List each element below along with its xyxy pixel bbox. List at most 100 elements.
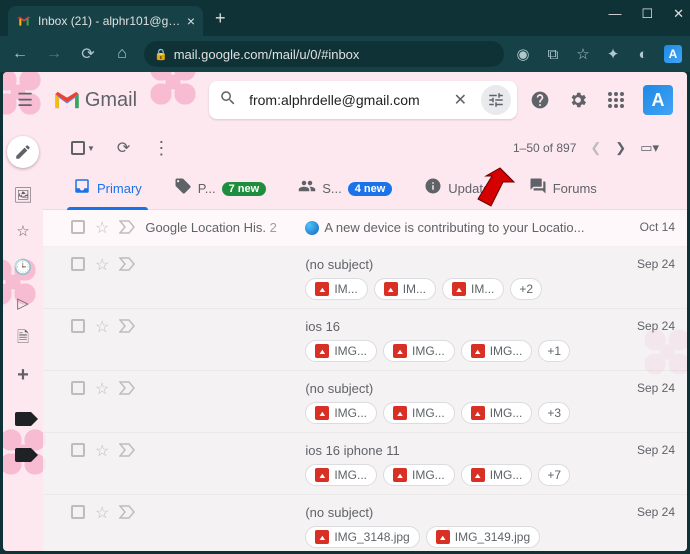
page-prev-icon[interactable]: ❮ [590,140,601,156]
message-row[interactable]: ☆(no subject)IMG...IMG...IMG...+3Sep 24 [43,371,687,433]
message-row[interactable]: ☆ios 16 iphone 11IMG...IMG...IMG...+7Sep… [43,433,687,495]
attachment-chip[interactable]: IM... [305,278,367,300]
importance-icon[interactable] [119,220,135,237]
extensions-icon[interactable]: ✦ [604,45,622,63]
attachment-more[interactable]: +7 [538,464,570,486]
page-next-icon[interactable]: ❯ [615,140,626,156]
nav-forward-icon[interactable]: → [42,42,66,66]
sidebar-label-1[interactable] [14,410,32,428]
message-row[interactable]: ☆ios 16IMG...IMG...IMG...+1Sep 24 [43,309,687,371]
attachment-chip[interactable]: IMG... [305,340,377,362]
attachment-chip[interactable]: IMG... [383,464,455,486]
star-icon[interactable]: ☆ [95,441,109,461]
main-menu-icon[interactable]: ☰ [17,90,41,111]
window-close-icon[interactable]: ✕ [673,6,684,22]
support-icon[interactable] [529,89,551,111]
star-icon[interactable]: ☆ [95,255,109,275]
tab-forums-label: Forums [553,181,597,196]
attachment-more[interactable]: +3 [538,402,570,424]
message-row[interactable]: ☆Google Location His. 2A new device is c… [43,210,687,247]
apps-icon[interactable] [605,89,627,111]
star-icon[interactable]: ☆ [95,218,109,238]
attachment-chip[interactable]: IM... [374,278,436,300]
row-checkbox[interactable] [71,443,85,457]
select-all-checkbox[interactable]: ▼ [71,141,95,155]
attachment-chip[interactable]: IMG_3149.jpg [426,526,540,548]
sidebar-add-icon[interactable]: + [14,366,32,384]
sidebar-star-icon[interactable]: ☆ [14,222,32,240]
tab-close-icon[interactable]: × [187,13,195,29]
row-checkbox[interactable] [71,319,85,333]
importance-icon[interactable] [119,443,135,460]
account-icon[interactable]: ◐ [634,45,652,63]
more-actions-icon[interactable]: ⋮ [152,138,170,159]
search-box[interactable]: ✕ [209,81,517,119]
attachment-chip[interactable]: IMG... [383,402,455,424]
sidebar-drafts-icon[interactable]: 🗎 [14,330,32,348]
importance-icon[interactable] [119,381,135,398]
attachment-chip[interactable]: IMG... [383,340,455,362]
image-icon [315,344,329,358]
window-minimize-icon[interactable]: ― [608,6,621,22]
nav-home-icon[interactable]: ⌂ [110,42,134,66]
row-checkbox[interactable] [71,220,85,234]
attachment-chip[interactable]: IMG... [461,402,533,424]
attachment-chip[interactable]: IMG... [305,402,377,424]
search-input[interactable] [249,92,440,108]
row-checkbox[interactable] [71,381,85,395]
tab-primary[interactable]: Primary [61,168,154,210]
window-maximize-icon[interactable]: ☐ [641,6,653,22]
attachment-more[interactable]: +2 [510,278,542,300]
tab-updates[interactable]: Updates [412,168,508,210]
settings-icon[interactable] [567,89,589,111]
star-icon[interactable]: ☆ [95,503,109,523]
star-icon[interactable]: ☆ [95,379,109,399]
address-bar[interactable]: 🔒 mail.google.com/mail/u/0/#inbox [144,41,504,67]
sidebar-label-2[interactable] [14,446,32,464]
importance-icon[interactable] [119,505,135,522]
nav-back-icon[interactable]: ← [8,42,32,66]
row-checkbox[interactable] [71,257,85,271]
tag-icon [174,177,192,200]
chip-label: IMG_3149.jpg [455,530,530,544]
eye-icon[interactable]: ◉ [514,45,532,63]
attachment-more[interactable]: +1 [538,340,570,362]
chip-label: IMG... [412,406,445,420]
row-checkbox[interactable] [71,505,85,519]
sidebar-sent-icon[interactable]: ▷ [14,294,32,312]
browser-tab[interactable]: Inbox (21) - alphr101@gmail.co × [8,6,203,36]
new-tab-button[interactable]: + [215,8,226,29]
refresh-button[interactable]: ⟳ [117,138,130,158]
star-icon[interactable]: ☆ [95,317,109,337]
account-avatar[interactable]: A [643,85,673,115]
importance-icon[interactable] [119,257,135,274]
sender [145,255,295,257]
attachment-chip[interactable]: IMG... [305,464,377,486]
search-clear-icon[interactable]: ✕ [448,90,473,110]
attachment-chip[interactable]: IMG_3148.jpg [305,526,419,548]
attachment-chip[interactable]: IM... [442,278,504,300]
search-options-button[interactable] [481,85,511,115]
nav-reload-icon[interactable]: ⟳ [76,42,100,66]
promo-badge: 7 new [222,182,267,196]
attachment-chip[interactable]: IMG... [461,464,533,486]
message-row[interactable]: ☆(no subject)IM...IM...IM...+2Sep 24 [43,247,687,309]
gmail-favicon [16,13,32,29]
importance-icon[interactable] [119,319,135,336]
alphr-extension-icon[interactable]: A [664,45,682,63]
gmail-logo[interactable]: Gmail [53,89,137,112]
message-row[interactable]: ☆(no subject)IMG_3148.jpgIMG_3149.jpgSep… [43,495,687,551]
share-icon[interactable]: ⧉ [544,45,562,63]
tab-title: Inbox (21) - alphr101@gmail.co [38,14,181,28]
sidebar-clock-icon[interactable]: 🕒 [14,258,32,276]
attachment-chip[interactable]: IMG... [461,340,533,362]
tab-promotions[interactable]: P... 7 new [162,168,278,210]
input-tool-icon[interactable]: ▭▾ [640,140,659,156]
sender [145,503,295,505]
search-icon[interactable] [215,89,241,112]
compose-button[interactable] [7,136,39,168]
tab-social[interactable]: S... 4 new [286,168,404,210]
bookmark-star-icon[interactable]: ☆ [574,45,592,63]
sidebar-image-icon[interactable]: 🖼 [14,186,32,204]
tab-forums[interactable]: Forums [517,168,609,210]
